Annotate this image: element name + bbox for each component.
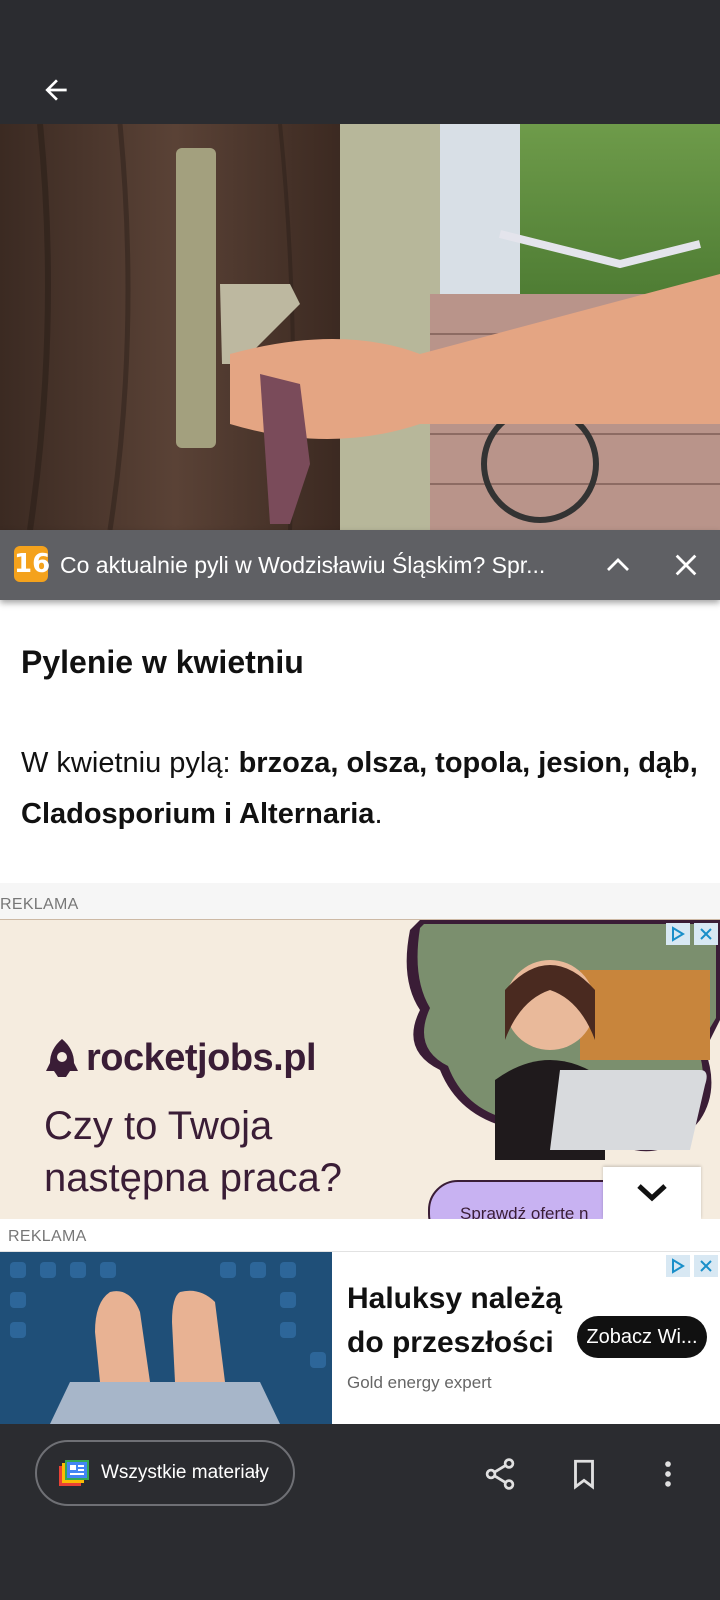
- back-button[interactable]: [32, 68, 80, 112]
- adchoices-icon: [672, 1258, 685, 1274]
- paragraph-end: .: [374, 798, 383, 830]
- share-icon: [485, 1458, 515, 1490]
- bookmark-icon: [574, 1459, 594, 1490]
- expand-button[interactable]: [600, 548, 636, 582]
- article-hero-image: [0, 124, 720, 530]
- brand-name: rocketjobs.pl: [86, 1036, 317, 1079]
- ad-headline[interactable]: Czy to Twoja następna praca?: [44, 1100, 424, 1204]
- close-icon: [700, 1260, 712, 1272]
- rocketjobs-logo[interactable]: rocketjobs.pl: [44, 1034, 317, 1082]
- news-icon: [59, 1460, 89, 1486]
- more-options-button[interactable]: [646, 1452, 690, 1496]
- article-heading: Pylenie w kwietniu: [21, 644, 304, 680]
- ad-label: REKLAMA: [0, 896, 79, 913]
- ad-close-button[interactable]: [694, 923, 718, 945]
- ad-label: REKLAMA: [8, 1228, 87, 1245]
- adchoices-button[interactable]: [666, 1255, 690, 1277]
- ad-label-strip: [0, 1219, 720, 1251]
- adchoices-icon: [672, 926, 685, 942]
- top-app-bar: [0, 0, 720, 124]
- all-materials-label: Wszystkie materiały: [101, 1462, 269, 1483]
- notification-badge: 16: [14, 546, 50, 582]
- paragraph-text: W kwietniu pylą:: [21, 747, 239, 779]
- close-icon: [675, 554, 697, 576]
- ad-advertiser: Gold energy expert: [347, 1373, 492, 1392]
- article-paragraph: W kwietniu pylą: brzoza, olsza, topola, …: [21, 738, 701, 840]
- arrow-left-icon: [45, 79, 67, 101]
- chevron-down-icon: [637, 1184, 667, 1202]
- all-materials-button[interactable]: Wszystkie materiały: [35, 1440, 295, 1506]
- close-button[interactable]: [668, 548, 704, 582]
- ad-headline[interactable]: Haluksy należą do przeszłości: [347, 1277, 577, 1365]
- bookmark-button[interactable]: [562, 1452, 606, 1496]
- close-icon: [700, 928, 712, 940]
- ad-close-button[interactable]: [694, 1255, 718, 1277]
- chevron-up-icon: [607, 558, 629, 571]
- ad-image[interactable]: [0, 1252, 332, 1424]
- rocket-icon: [46, 1039, 78, 1077]
- ad-collapse-button[interactable]: [603, 1167, 701, 1219]
- adchoices-button[interactable]: [666, 923, 690, 945]
- notification-title[interactable]: Co aktualnie pyli w Wodzisławiu Śląskim?…: [60, 548, 570, 582]
- share-button[interactable]: [478, 1452, 522, 1496]
- ad-label-strip: [0, 883, 720, 919]
- more-vertical-icon: [665, 1461, 671, 1487]
- ad-cta-button[interactable]: Zobacz Wi...: [577, 1316, 707, 1358]
